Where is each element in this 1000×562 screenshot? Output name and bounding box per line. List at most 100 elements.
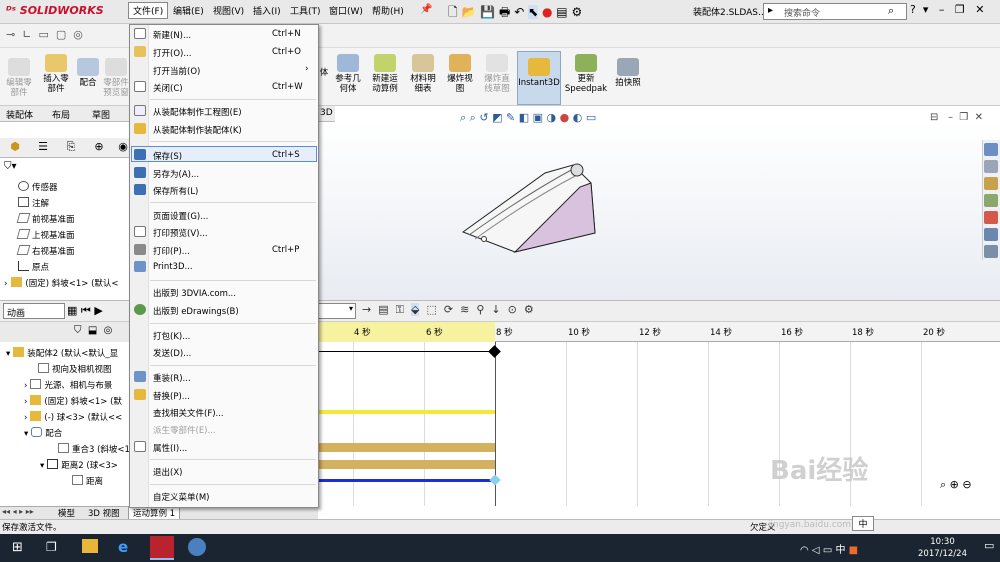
zoom-area-icon[interactable]: ⌕ [470, 111, 476, 124]
motion-tree-ramp[interactable]: › (固定) 斜坡<1> (默 [24, 395, 122, 407]
viewport-close-icon[interactable]: ✕ [975, 112, 983, 123]
section-view-icon[interactable]: ◩ [492, 111, 502, 124]
feature-tree-tab-icon[interactable]: ⬢ [4, 140, 26, 156]
print-icon[interactable]: 🖶 [499, 5, 510, 19]
menu-save-as[interactable]: 另存为(A)... [153, 168, 199, 180]
ramp-3d-model[interactable] [455, 155, 615, 260]
gravity-icon[interactable]: ⊙ [508, 303, 517, 316]
play-icon[interactable]: ▶ [94, 304, 102, 317]
menu-replace[interactable]: 替换(P)... [153, 390, 190, 402]
expand-icon[interactable]: › [24, 397, 27, 407]
body-button[interactable]: 体 [318, 68, 330, 78]
timeline-bar-ball[interactable] [318, 410, 495, 414]
tab-assembly[interactable]: 装配体 [6, 108, 33, 121]
motion-tree-assembly[interactable]: ▾ 装配体2 (默认<默认_显 [6, 347, 118, 359]
menu-save[interactable]: 保存(S) [153, 150, 182, 162]
viewport-minimize-icon[interactable]: – [948, 112, 953, 123]
menu-help[interactable]: 帮助(H) [372, 4, 404, 17]
viewport-icon[interactable]: ⊟ [930, 112, 938, 123]
new-motion-study-button[interactable]: 新建运 动算例 [368, 54, 402, 94]
tray-ime[interactable]: 中 [835, 545, 845, 556]
timeline-bar-coincident[interactable] [318, 443, 495, 452]
update-speedpak-button[interactable]: 更新 Speedpak [564, 54, 608, 94]
tab-3d-view[interactable]: 3D 视图 [88, 507, 120, 519]
save-animation-icon[interactable]: → [362, 303, 371, 316]
timeline-bar-distance[interactable] [318, 460, 495, 469]
menu-save-all[interactable]: 保存所有(L) [153, 185, 198, 197]
menu-print-preview[interactable]: 打印预览(V)... [153, 227, 208, 239]
menu-file[interactable]: 文件(F) [128, 2, 169, 19]
expand-icon[interactable]: › [24, 413, 27, 423]
damper-icon[interactable]: ⚲ [476, 303, 484, 316]
menu-print3d[interactable]: Print3D... [153, 262, 193, 272]
ime-indicator[interactable]: 中 [852, 516, 874, 531]
timeline-bar-distance-value[interactable] [318, 479, 495, 482]
motion-type-select[interactable]: 动画 [3, 303, 65, 319]
close-icon[interactable]: ✕ [975, 3, 984, 16]
toolbar-tool-icon-2[interactable]: ∟ [22, 28, 31, 41]
calculate-icon[interactable]: ▦ [67, 304, 77, 317]
menu-make-assembly[interactable]: 从装配体制作装配体(K) [153, 124, 242, 136]
restore-icon[interactable]: ❐ [955, 3, 965, 16]
filter-selected-icon[interactable]: ◎ [104, 325, 113, 336]
insert-component-button[interactable]: 插入零 部件 [38, 54, 74, 94]
task-pane-explorer-icon[interactable] [984, 177, 998, 190]
tree-item-front-plane[interactable]: 前视基准面 [16, 213, 75, 225]
filter-icon[interactable]: ⛉▾ [4, 161, 17, 172]
menu-tools[interactable]: 工具(T) [290, 4, 321, 17]
task-pane-custom-props-icon[interactable] [984, 228, 998, 241]
mate-button[interactable]: 配合 [75, 58, 101, 88]
save-icon[interactable]: 💾 [480, 5, 495, 19]
toolbar-tool-icon-3[interactable]: ▭ [38, 28, 48, 41]
search-magnifier-icon[interactable]: ⌕ [888, 4, 894, 18]
toolbar-tool-icon-4[interactable]: ▢ [56, 28, 66, 41]
take-snapshot-button[interactable]: 拍快照 [610, 58, 646, 88]
autokey-icon[interactable]: ⚿ [396, 303, 404, 316]
menu-open[interactable]: 打开(O)... [153, 47, 191, 59]
dynamic-annotation-icon[interactable]: ✎ [506, 111, 515, 124]
menu-make-drawing[interactable]: 从装配体制作工程图(E) [153, 106, 242, 118]
bill-of-materials-button[interactable]: 材料明 细表 [406, 54, 440, 94]
file-explorer-icon[interactable] [82, 539, 98, 553]
menu-print[interactable]: 打印(P)... [153, 245, 190, 257]
menu-exit[interactable]: 退出(X) [153, 466, 182, 478]
menu-publish-3dvia[interactable]: 出版到 3DVIA.com... [153, 287, 236, 299]
motor-icon[interactable]: ⟳ [444, 303, 453, 316]
reference-geometry-button[interactable]: 参考几 何体 [331, 54, 365, 94]
zoom-to-fit-icon[interactable]: ⌕ [940, 478, 946, 491]
collapse-icon[interactable]: ▾ [40, 461, 44, 471]
component-preview-button[interactable]: 零部件 预览窗 [102, 58, 130, 98]
menu-view[interactable]: 视图(V) [213, 4, 244, 17]
task-view-icon[interactable]: ❐ [46, 540, 57, 554]
tab-nav-arrows[interactable]: ◂◂ ◂ ▸ ▸▸ [2, 507, 34, 516]
toolbar-tool-icon-5[interactable]: ◎ [73, 28, 83, 41]
configuration-tab-icon[interactable]: ⎘ [60, 140, 82, 156]
task-pane-forum-icon[interactable] [984, 245, 998, 258]
menu-page-setup[interactable]: 页面设置(G)... [153, 210, 208, 222]
motion-options-icon[interactable]: ⚙ [524, 303, 534, 316]
menu-reload[interactable]: 重装(R)... [153, 372, 191, 384]
options-gear-icon[interactable]: ⚙ [571, 5, 582, 19]
filter-driving-icon[interactable]: ⬓ [88, 325, 97, 336]
task-pane-library-icon[interactable] [984, 160, 998, 173]
appearance-icon[interactable]: ● [560, 111, 570, 124]
expand-icon[interactable]: › [24, 381, 27, 391]
sogou-icon[interactable]: ■ [849, 545, 858, 556]
menu-publish-edrawings[interactable]: 出版到 eDrawings(B) [153, 305, 239, 317]
tree-item-ramp[interactable]: › (固定) 斜坡<1> (默认< [4, 277, 119, 289]
windows-start-icon[interactable]: ⊞ [12, 540, 23, 555]
motion-tree-distance-value[interactable]: 距离 [72, 475, 103, 487]
collapse-icon[interactable]: ▾ [6, 349, 10, 359]
tree-item-origin[interactable]: 原点 [18, 261, 49, 273]
menu-insert[interactable]: 插入(I) [253, 4, 281, 17]
minimize-icon[interactable]: – [939, 3, 945, 16]
filter-animated-icon[interactable]: ⛉ [74, 325, 82, 336]
menu-find-references[interactable]: 查找相关文件(F)... [153, 407, 224, 419]
motion-tree-coincident[interactable]: 重合3 (斜坡<1 [58, 443, 130, 455]
instant3d-button[interactable]: Instant3D [517, 51, 561, 105]
edit-component-button[interactable]: 编辑零 部件 [2, 58, 36, 98]
tab-layout[interactable]: 布局 [52, 108, 70, 121]
battery-icon[interactable]: ▭ [823, 545, 832, 556]
motion-tree-ball[interactable]: › (-) 球<3> (默认<< [24, 411, 122, 423]
task-pane-appearances-icon[interactable] [984, 211, 998, 224]
